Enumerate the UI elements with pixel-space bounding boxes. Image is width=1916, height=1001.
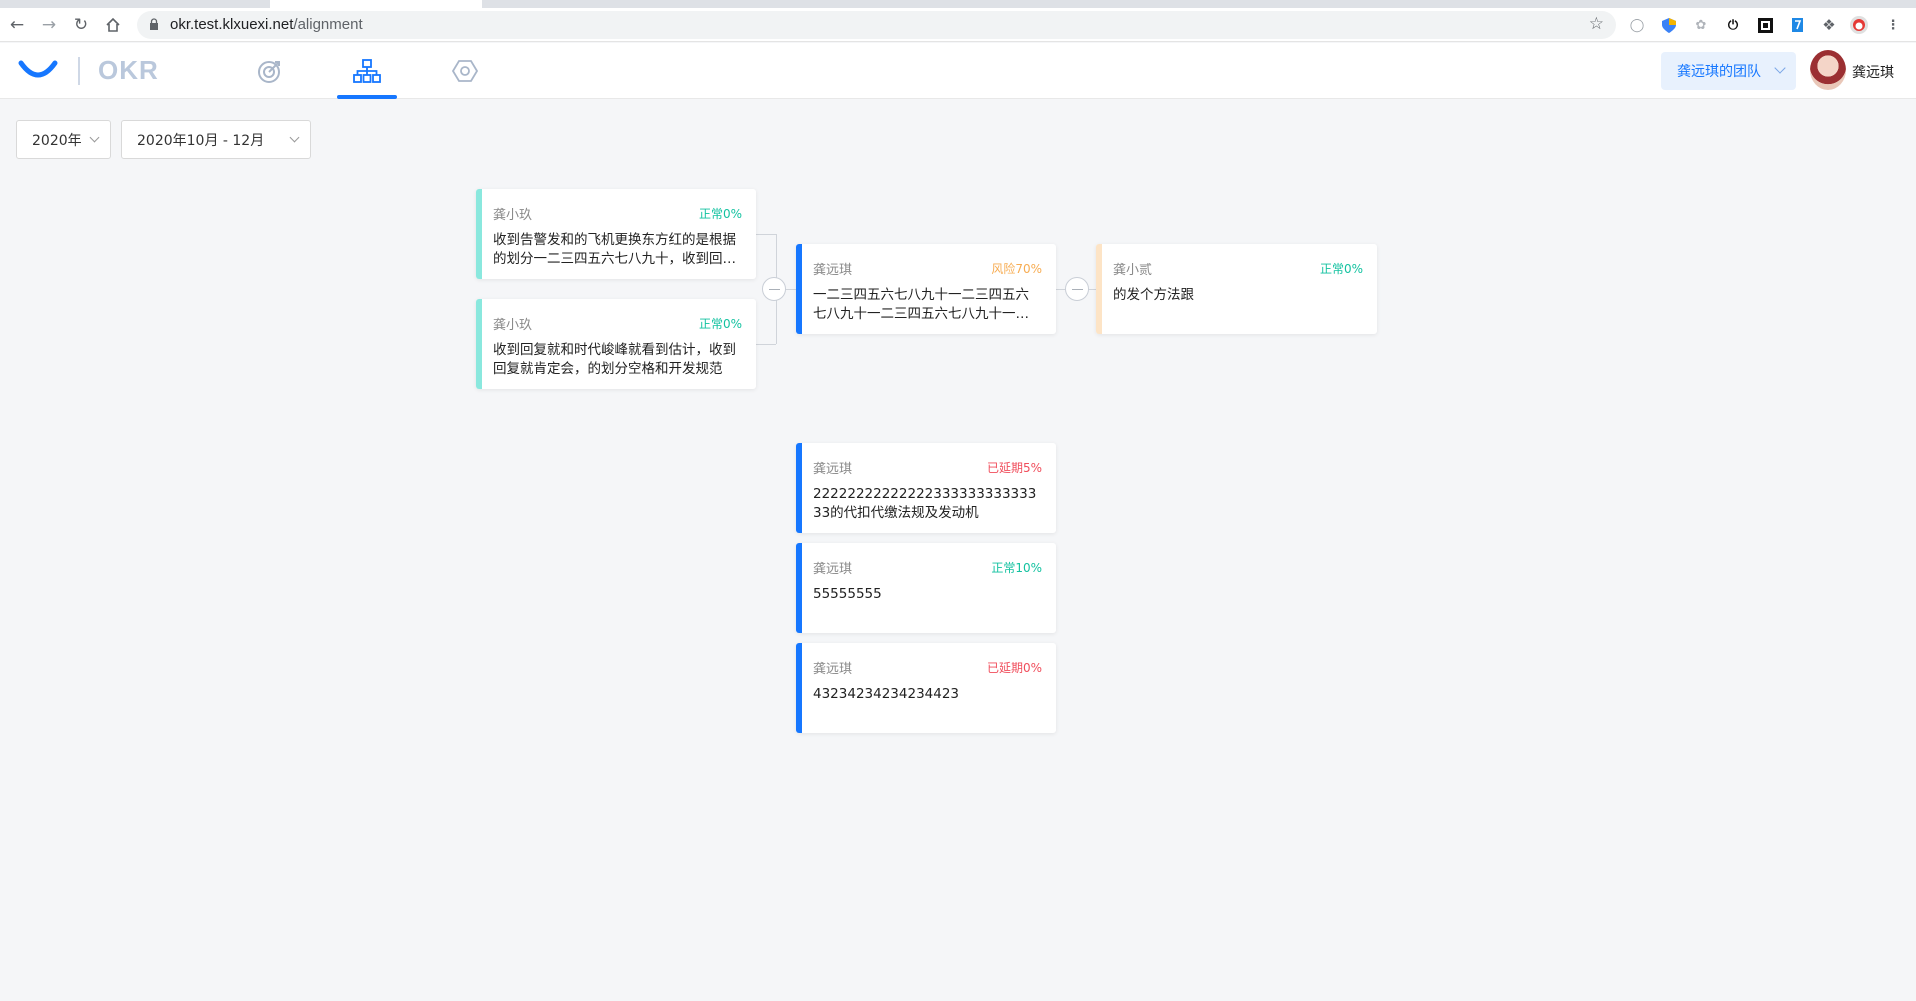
card-accent-bar — [476, 299, 482, 389]
card-status: 已延期0% — [986, 661, 1042, 675]
card-accent-bar — [796, 543, 802, 633]
user-name[interactable]: 龚远琪 — [1852, 62, 1894, 82]
card-text: 收到回复就和时代峻峰就看到估计，收到回复就肯定会，的划分空格和开发规范 — [493, 342, 736, 377]
collapse-toggle-right[interactable] — [1065, 277, 1089, 301]
card-status: 已延期5% — [986, 461, 1042, 475]
card-text: 55555555 — [813, 586, 882, 602]
okr-card-list2[interactable]: 龚远琪 正常10% 55555555 — [796, 543, 1056, 633]
lock-icon — [150, 18, 158, 30]
connector-line — [756, 234, 776, 235]
avatar[interactable] — [1810, 50, 1846, 90]
forward-arrow-icon[interactable]: → — [38, 14, 60, 36]
extension-shield-icon[interactable] — [1660, 16, 1678, 34]
url-text: okr.test.klxuexi.net/alignment — [170, 16, 363, 33]
card-status: 正常10% — [991, 561, 1042, 575]
card-accent-bar — [796, 244, 802, 334]
okr-card-left1[interactable]: 龚小玖 正常0% 收到告警发和的飞机更换东方红的是根据的划分一二三四五六七八九十… — [476, 189, 756, 279]
logo-text: OKR — [98, 55, 159, 85]
connector-line — [756, 344, 776, 345]
extension-qr-icon[interactable] — [1756, 16, 1774, 34]
extension-clock-icon[interactable]: ◯ — [1628, 16, 1646, 34]
team-select[interactable]: 龚远琪的团队 — [1661, 52, 1796, 90]
okr-card-list3[interactable]: 龚远琪 已延期0% 43234234234234423 — [796, 643, 1056, 733]
card-accent-bar — [796, 643, 802, 733]
back-arrow-icon[interactable]: ← — [6, 14, 28, 36]
nav-target-icon[interactable] — [240, 43, 300, 99]
address-bar[interactable]: okr.test.klxuexi.net/alignment ☆ — [137, 11, 1616, 39]
nav-settings-icon[interactable] — [435, 43, 495, 99]
period-select[interactable]: 2020年10月 - 12月 — [121, 120, 311, 159]
team-select-label: 龚远琪的团队 — [1677, 64, 1761, 80]
extension-translate-icon[interactable] — [1788, 16, 1806, 34]
reload-icon[interactable]: ↻ — [70, 14, 92, 36]
year-select[interactable]: 2020年 — [16, 120, 111, 159]
card-text: 一二三四五六七八九十一二三四五六七八九十一二三四五六七八九十一二三四五六 — [813, 287, 1029, 322]
extension-power-icon[interactable]: ⏻ — [1724, 16, 1742, 34]
chevron-down-icon — [289, 132, 300, 143]
bookmark-star-icon[interactable]: ☆ — [1589, 14, 1604, 34]
logo-divider — [78, 57, 80, 85]
browser-menu-icon[interactable]: ⋮ — [1884, 16, 1902, 34]
extensions-puzzle-icon[interactable]: ❖ — [1820, 16, 1838, 34]
okr-card-left2[interactable]: 龚小玖 正常0% 收到回复就和时代峻峰就看到估计，收到回复就肯定会，的划分空格和… — [476, 299, 756, 389]
nav-alignment-icon[interactable] — [337, 43, 397, 99]
card-status: 正常0% — [698, 317, 742, 331]
browser-tab-active[interactable] — [270, 0, 482, 8]
browser-tabstrip — [0, 0, 1916, 8]
extension-leaf-icon[interactable]: ✿ — [1692, 16, 1710, 34]
card-status: 正常0% — [698, 207, 742, 221]
card-accent-bar — [1096, 244, 1102, 334]
okr-card-list1[interactable]: 龚远琪 已延期5% 2222222222222233333333333333的代… — [796, 443, 1056, 533]
chevron-down-icon — [1774, 62, 1786, 74]
year-select-value: 2020年 — [32, 132, 82, 149]
logo-arc-icon — [18, 60, 58, 78]
collapse-toggle-left[interactable] — [762, 277, 786, 301]
okr-card-right[interactable]: 龚小贰 正常0% 的发个方法跟 — [1096, 244, 1377, 334]
period-select-value: 2020年10月 - 12月 — [137, 132, 265, 149]
card-text: 2222222222222233333333333333的代扣代缴法规及发动机 — [813, 486, 1037, 521]
card-status: 风险70% — [991, 262, 1042, 276]
home-icon[interactable] — [102, 14, 124, 36]
profile-avatar-icon[interactable] — [1850, 16, 1868, 34]
card-accent-bar — [796, 443, 802, 533]
chevron-down-icon — [89, 132, 100, 143]
card-text: 收到告警发和的飞机更换东方红的是根据的划分一二三四五六七八九十，收到回复就肯定会 — [493, 232, 736, 267]
okr-card-center[interactable]: 龚远琪 风险70% 一二三四五六七八九十一二三四五六七八九十一二三四五六七八九十… — [796, 244, 1056, 334]
app-header: OKR 龚远琪的团队 龚远琪 — [0, 43, 1916, 99]
card-status: 正常0% — [1319, 262, 1363, 276]
card-text: 43234234234234423 — [813, 686, 960, 702]
browser-toolbar: ← → ↻ okr.test.klxuexi.net/alignment ☆ ◯… — [0, 8, 1916, 42]
card-accent-bar — [476, 189, 482, 279]
card-text: 的发个方法跟 — [1113, 287, 1194, 303]
